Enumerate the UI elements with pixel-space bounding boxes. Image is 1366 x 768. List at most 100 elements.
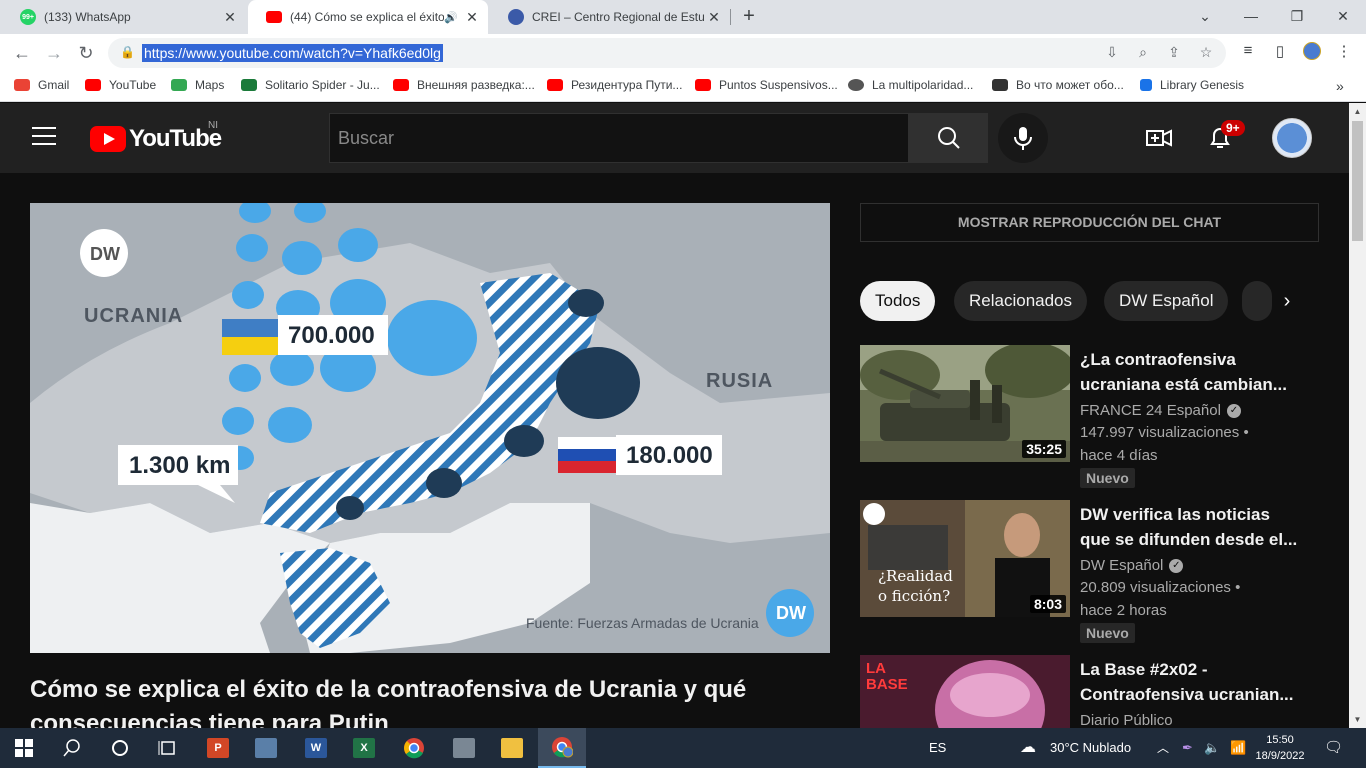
tab-youtube-video[interactable]: (44) Cómo se explica el éxito 🔊 ✕ <box>248 0 488 34</box>
youtube-logo[interactable]: YouTube NI <box>90 120 222 153</box>
cortana-button[interactable] <box>96 728 144 768</box>
taskbar-word[interactable]: W <box>292 728 340 768</box>
bookmark-solitario[interactable]: Solitario Spider - Ju... <box>241 78 380 92</box>
new-tab-button[interactable]: + <box>737 5 761 29</box>
taskbar-powerpoint[interactable]: P <box>194 728 242 768</box>
taskbar-calculator[interactable] <box>440 728 488 768</box>
tab-search-button[interactable]: ⌄ <box>1182 0 1228 34</box>
video-title[interactable]: La Base #2x02 - Contraofensiva ucranian.… <box>1080 657 1300 707</box>
forward-button[interactable]: → <box>40 40 68 66</box>
cards-icon <box>241 79 257 91</box>
bookmark-vo-chto[interactable]: Во что может обо... <box>992 78 1124 92</box>
address-bar[interactable]: 🔒 https://www.youtube.com/watch?v=Yhafk6… <box>108 38 1226 68</box>
taskbar-chrome[interactable] <box>390 728 438 768</box>
bookmark-rezidentura[interactable]: Резидентура Пути... <box>547 78 682 92</box>
reload-button[interactable]: ↻ <box>72 40 100 66</box>
voice-search-button[interactable] <box>998 113 1048 163</box>
taskbar-file-explorer[interactable] <box>488 728 536 768</box>
taskbar-app-network[interactable] <box>242 728 290 768</box>
restore-button[interactable]: ❐ <box>1274 0 1320 34</box>
bookmark-library-genesis[interactable]: Library Genesis <box>1140 78 1244 92</box>
taskbar-chrome-profile[interactable] <box>538 728 586 768</box>
chevron-up-icon[interactable]: ︿ <box>1157 728 1169 768</box>
search-button[interactable] <box>908 113 988 163</box>
tab-whatsapp[interactable]: 99+ (133) WhatsApp ✕ <box>2 0 246 34</box>
weather-text[interactable]: 30°C Nublado <box>1050 728 1131 768</box>
bookmark-multipolaridad[interactable]: La multipolaridad... <box>848 78 973 92</box>
channel-name[interactable]: DW Español ✓ <box>1080 557 1184 574</box>
video-player[interactable]: DW DW UCRANIA RUSIA 700.000 180.000 1.30… <box>30 203 830 653</box>
scrollbar-thumb[interactable] <box>1352 121 1363 241</box>
watch-page: DW DW UCRANIA RUSIA 700.000 180.000 1.30… <box>0 173 1349 728</box>
chip-relacionados[interactable]: Relacionados <box>954 281 1088 321</box>
notification-center-icon[interactable]: 🗨 <box>1324 728 1343 768</box>
taskbar-excel[interactable]: X <box>340 728 388 768</box>
account-avatar[interactable] <box>1272 118 1312 158</box>
bookmark-puntos[interactable]: Puntos Suspensivos... <box>695 78 838 92</box>
more-bookmarks-icon[interactable]: » <box>1336 78 1344 94</box>
install-icon[interactable]: ⇩ <box>1102 44 1122 61</box>
clock[interactable]: 15:50 18/9/2022 <box>1255 732 1305 764</box>
media-control-icon[interactable]: ≡ <box>1236 42 1260 59</box>
menu-icon[interactable]: ⋮ <box>1332 42 1356 60</box>
search-taskbar-button[interactable] <box>48 728 96 768</box>
map-ukraine-troops: 700.000 <box>288 322 375 349</box>
close-icon[interactable]: ✕ <box>462 9 482 26</box>
zoom-icon[interactable]: ⌕ <box>1133 44 1153 61</box>
wifi-icon[interactable]: 📶 <box>1230 728 1246 768</box>
video-title[interactable]: ¿La contraofensiva ucraniana está cambia… <box>1080 347 1300 397</box>
close-icon[interactable]: ✕ <box>704 9 724 26</box>
bookmark-star-icon[interactable]: ☆ <box>1196 44 1216 61</box>
scroll-up-arrow-icon[interactable]: ▲ <box>1349 103 1366 120</box>
video-title[interactable]: DW verifica las noticias que se difunden… <box>1080 502 1300 552</box>
thumbnail-caption: ¿Realidad o ficción? <box>878 567 953 605</box>
language-indicator[interactable]: ES <box>929 728 946 768</box>
chip-todos[interactable]: Todos <box>860 281 936 321</box>
tab-strip: 99+ (133) WhatsApp ✕ (44) Cómo se explic… <box>0 0 1366 34</box>
url-text[interactable]: https://www.youtube.com/watch?v=Yhafk6ed… <box>142 44 443 62</box>
bookmark-vneshnyaya[interactable]: Внешняя разведка:... <box>393 78 535 92</box>
page-scrollbar[interactable]: ▲ ▼ <box>1349 103 1366 728</box>
lock-icon[interactable]: 🔒 <box>120 45 135 59</box>
show-chat-replay-button[interactable]: MOSTRAR REPRODUCCIÓN DEL CHAT <box>860 203 1319 242</box>
calculator-icon <box>453 738 475 758</box>
recommended-video[interactable]: 35:25 ¿La contraofensiva ucraniana está … <box>860 345 1320 488</box>
bookmark-maps[interactable]: Maps <box>171 78 224 92</box>
create-video-icon[interactable] <box>1145 124 1173 152</box>
share-icon[interactable]: ⇪ <box>1164 44 1184 61</box>
chip-more[interactable] <box>1242 281 1272 321</box>
recommended-video[interactable]: ¿Realidad o ficción? 8:03 DW verifica la… <box>860 500 1320 643</box>
pen-icon[interactable]: ✒ <box>1182 728 1193 768</box>
bookmark-youtube[interactable]: YouTube <box>85 78 156 92</box>
video-thumbnail[interactable]: 35:25 <box>860 345 1070 462</box>
volume-icon[interactable]: 🔈 <box>1204 728 1220 768</box>
task-view-button[interactable] <box>144 728 192 768</box>
chip-dw-espanol[interactable]: DW Español <box>1104 281 1229 321</box>
channel-name[interactable]: FRANCE 24 Español ✓ <box>1080 402 1241 419</box>
network-computer-icon <box>255 738 277 758</box>
video-thumbnail[interactable]: ¿Realidad o ficción? 8:03 <box>860 500 1070 617</box>
whatsapp-icon: 99+ <box>20 9 36 25</box>
minimize-button[interactable]: — <box>1228 0 1274 34</box>
close-icon[interactable]: ✕ <box>220 9 240 26</box>
start-button[interactable] <box>0 728 48 768</box>
close-window-button[interactable]: ✕ <box>1320 0 1366 34</box>
tab-crei[interactable]: CREI – Centro Regional de Estud ✕ <box>490 0 730 34</box>
search-box[interactable] <box>329 113 909 163</box>
channel-name[interactable]: Diario Público <box>1080 712 1173 728</box>
menu-icon[interactable] <box>32 127 56 147</box>
bookmark-gmail[interactable]: Gmail <box>14 78 69 92</box>
book-icon <box>1140 79 1152 91</box>
search-input[interactable] <box>330 114 909 162</box>
speaker-icon[interactable]: 🔊 <box>444 11 458 24</box>
new-badge: Nuevo <box>1080 623 1135 643</box>
chevron-right-icon[interactable]: › <box>1272 286 1302 316</box>
video-title: Cómo se explica el éxito de la contraofe… <box>30 676 747 728</box>
mic-icon <box>1014 127 1032 150</box>
side-panel-icon[interactable]: ▯ <box>1268 42 1292 60</box>
back-button[interactable]: ← <box>8 40 36 66</box>
recommended-video[interactable]: LA BASE La Base #2x02 - Contraofensiva u… <box>860 655 1320 728</box>
scroll-down-arrow-icon[interactable]: ▼ <box>1349 711 1366 728</box>
profile-avatar[interactable] <box>1300 42 1324 64</box>
video-thumbnail[interactable]: LA BASE <box>860 655 1070 728</box>
